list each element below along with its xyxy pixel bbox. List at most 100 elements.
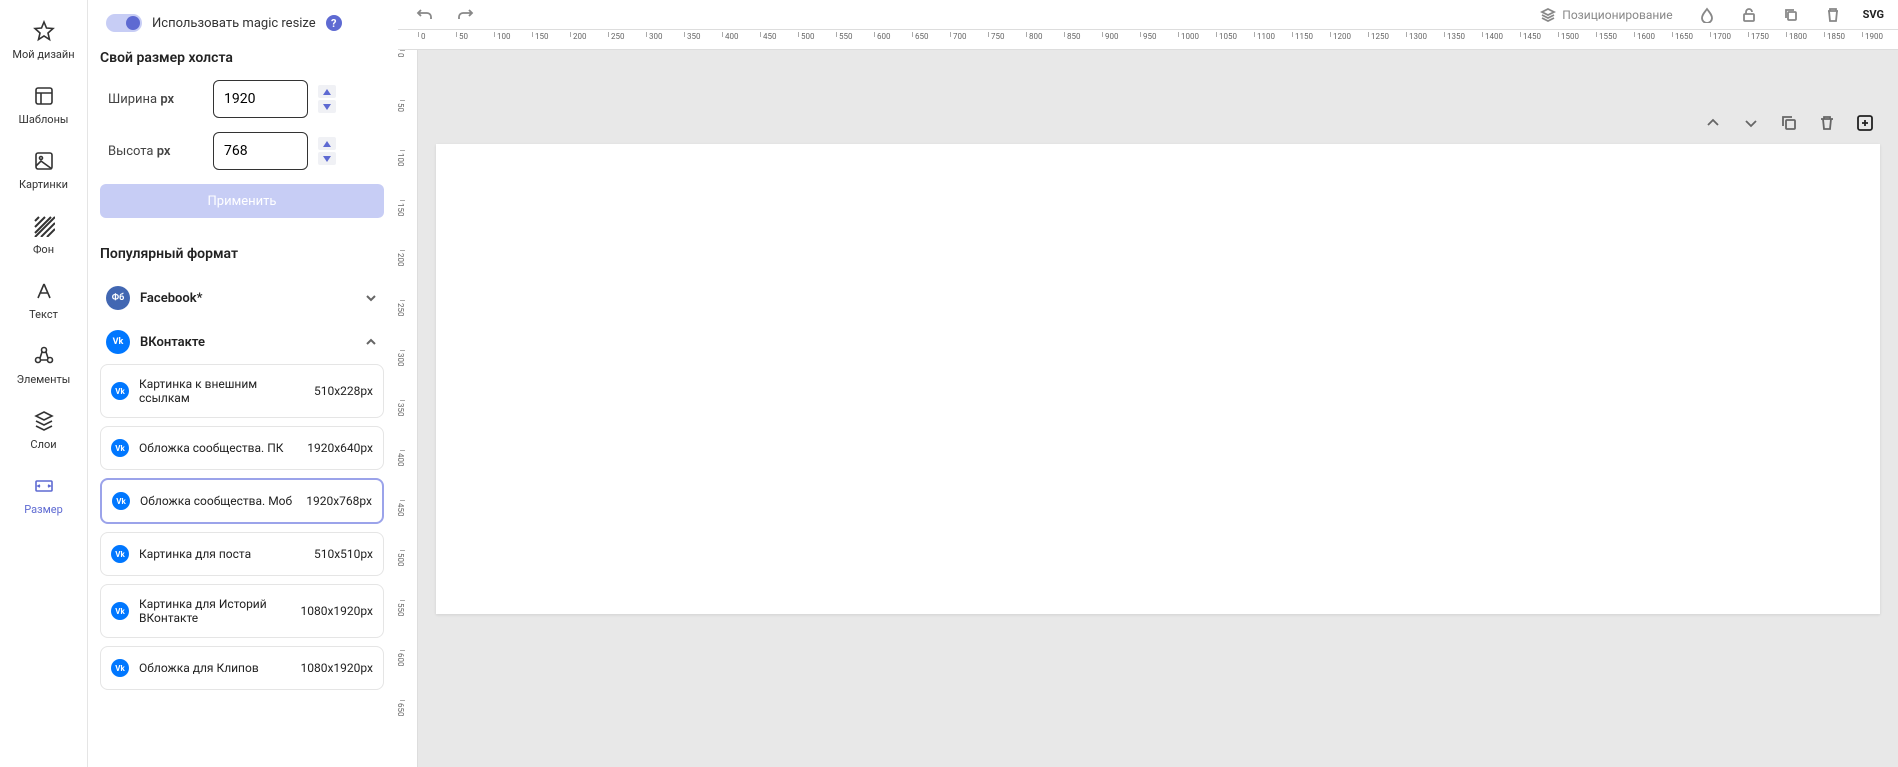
nav-my-design[interactable]: Мой дизайн: [0, 8, 87, 73]
canvas-page[interactable]: [436, 144, 1880, 614]
nav-label: Фон: [33, 243, 54, 256]
preset-name: Обложка сообщества. ПК: [139, 441, 297, 455]
redo-icon: [458, 7, 474, 23]
preset-size: 1920x640px: [307, 441, 373, 455]
vk-icon: Vk: [106, 330, 130, 354]
redo-button[interactable]: [454, 3, 478, 27]
apply-button[interactable]: Применить: [100, 184, 384, 218]
facebook-label: Facebook*: [140, 291, 354, 306]
preset-name: Картинка для поста: [139, 547, 304, 561]
preset-size: 1080x1920px: [300, 661, 373, 675]
caret-down-icon: [323, 104, 331, 110]
height-input[interactable]: [213, 132, 308, 170]
duplicate-page-button[interactable]: [1776, 110, 1802, 140]
preset-cover-mobile[interactable]: Vk Обложка сообщества. Моб 1920x768px: [100, 478, 384, 524]
vk-icon: Vk: [112, 492, 130, 510]
undo-button[interactable]: [412, 3, 436, 27]
facebook-accordion[interactable]: Фб Facebook*: [100, 276, 384, 320]
preset-external-link[interactable]: Vk Картинка к внешним ссылкам 510x228px: [100, 364, 384, 418]
caret-up-icon: [323, 89, 331, 95]
preset-size: 510x510px: [314, 547, 373, 561]
vk-icon: Vk: [111, 439, 129, 457]
nav-templates[interactable]: Шаблоны: [0, 73, 87, 138]
ruler-horizontal: 0501001502002503003504004505005506006507…: [398, 30, 1898, 50]
width-up-button[interactable]: [318, 85, 336, 98]
caret-down-icon: [323, 156, 331, 162]
chevron-down-icon: [1742, 114, 1760, 132]
workspace[interactable]: [418, 50, 1898, 767]
trash-icon: [1825, 7, 1841, 23]
nav-elements[interactable]: Элементы: [0, 333, 87, 398]
page-down-button[interactable]: [1738, 110, 1764, 140]
copy-icon: [1780, 114, 1798, 132]
templates-icon: [33, 85, 55, 107]
nav-label: Шаблоны: [19, 113, 69, 126]
undo-icon: [416, 7, 432, 23]
preset-stories[interactable]: Vk Картинка для Историй ВКонтакте 1080x1…: [100, 584, 384, 638]
star-icon: [33, 20, 55, 42]
droplet-icon: [1699, 7, 1715, 23]
elements-icon: [33, 345, 55, 367]
height-label: Высота px: [108, 144, 203, 159]
nav-images[interactable]: Картинки: [0, 138, 87, 203]
width-input[interactable]: [213, 80, 308, 118]
preset-size: 510x228px: [314, 384, 373, 398]
chevron-up-icon: [364, 335, 378, 349]
resize-icon: [33, 475, 55, 497]
copy-button[interactable]: [1779, 3, 1803, 27]
nav-size[interactable]: Размер: [0, 463, 87, 528]
preset-name: Обложка для Клипов: [139, 661, 290, 675]
preset-name: Картинка для Историй ВКонтакте: [139, 597, 290, 625]
custom-size-heading: Свой размер холста: [100, 50, 384, 66]
vk-icon: Vk: [111, 545, 129, 563]
add-page-button[interactable]: [1852, 110, 1878, 140]
nav-label: Размер: [24, 503, 63, 516]
trash-icon: [1818, 114, 1836, 132]
height-down-button[interactable]: [318, 152, 336, 165]
text-icon: [33, 280, 55, 302]
canvas-area: Позиционирование SVG 0501001502002503003…: [398, 0, 1898, 767]
chevron-down-icon: [364, 291, 378, 305]
nav-text[interactable]: Текст: [0, 268, 87, 333]
facebook-icon: Фб: [106, 286, 130, 310]
svg-label: SVG: [1863, 8, 1884, 21]
lock-button[interactable]: [1737, 3, 1761, 27]
help-icon[interactable]: ?: [326, 15, 342, 31]
vk-label: ВКонтакте: [140, 335, 354, 350]
delete-button[interactable]: [1821, 3, 1845, 27]
top-toolbar: Позиционирование SVG: [398, 0, 1898, 30]
delete-page-button[interactable]: [1814, 110, 1840, 140]
nav-label: Слои: [30, 438, 56, 451]
vk-accordion[interactable]: Vk ВКонтакте: [100, 320, 384, 364]
left-nav: Мой дизайн Шаблоны Картинки Фон Текст Эл…: [0, 0, 88, 767]
vk-icon: Vk: [111, 602, 129, 620]
copy-icon: [1783, 7, 1799, 23]
plus-square-icon: [1856, 114, 1874, 132]
stripes-icon: [33, 215, 55, 237]
preset-name: Обложка сообщества. Моб: [140, 494, 296, 508]
nav-label: Текст: [29, 308, 58, 321]
nav-layers[interactable]: Слои: [0, 398, 87, 463]
preset-size: 1080x1920px: [300, 604, 373, 618]
width-down-button[interactable]: [318, 100, 336, 113]
popular-format-heading: Популярный формат: [100, 246, 384, 262]
unlock-icon: [1741, 7, 1757, 23]
positioning-button[interactable]: Позиционирование: [1536, 3, 1676, 27]
nav-background[interactable]: Фон: [0, 203, 87, 268]
opacity-button[interactable]: [1695, 3, 1719, 27]
nav-label: Мой дизайн: [12, 48, 74, 61]
preset-clips[interactable]: Vk Обложка для Клипов 1080x1920px: [100, 646, 384, 690]
preset-cover-pc[interactable]: Vk Обложка сообщества. ПК 1920x640px: [100, 426, 384, 470]
size-panel: Использовать magic resize ? Свой размер …: [88, 0, 398, 767]
page-tools: [1700, 110, 1878, 140]
preset-post[interactable]: Vk Картинка для поста 510x510px: [100, 532, 384, 576]
preset-name: Картинка к внешним ссылкам: [139, 377, 304, 405]
layers-icon: [33, 410, 55, 432]
vk-icon: Vk: [111, 659, 129, 677]
magic-resize-toggle[interactable]: [106, 14, 142, 32]
image-icon: [33, 150, 55, 172]
preset-size: 1920x768px: [306, 494, 372, 508]
height-up-button[interactable]: [318, 137, 336, 150]
page-up-button[interactable]: [1700, 110, 1726, 140]
caret-up-icon: [323, 141, 331, 147]
